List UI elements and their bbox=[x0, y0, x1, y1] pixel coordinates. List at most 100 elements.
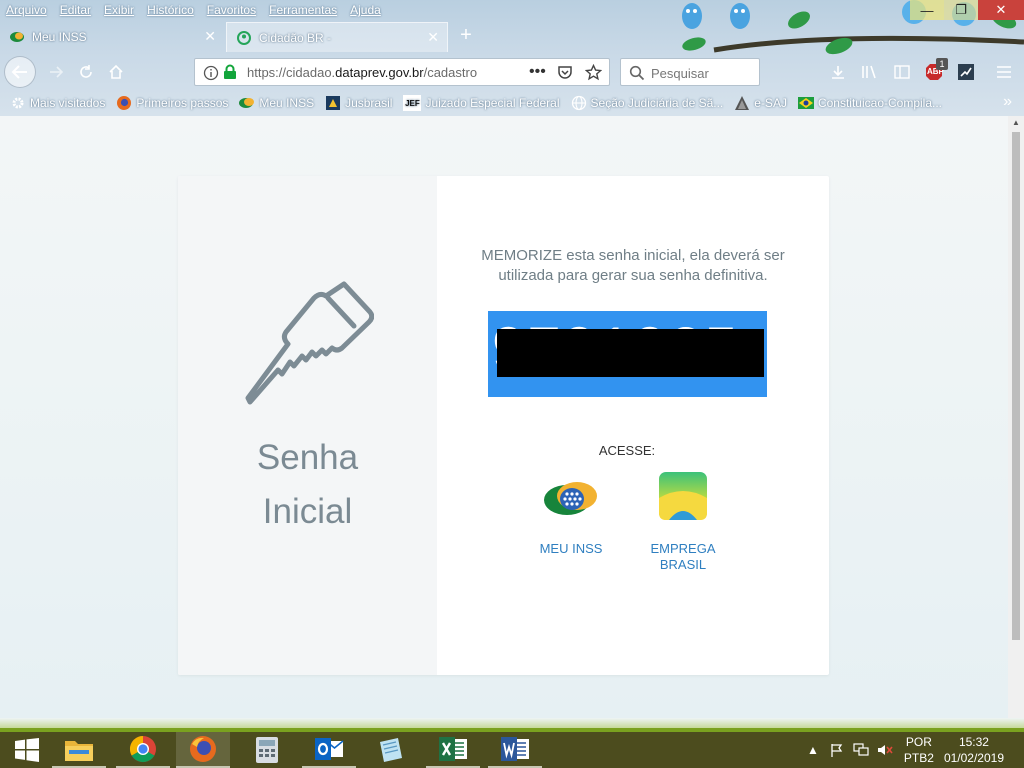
redaction-bar bbox=[497, 329, 764, 377]
browser-chrome: Arquivo Editar Exibir Histórico Favorito… bbox=[0, 0, 1024, 116]
notepad-icon bbox=[380, 738, 402, 762]
bookmark-meu-inss[interactable]: Meu INSS bbox=[239, 95, 314, 111]
tab-title: Cidadão BR - bbox=[259, 30, 332, 45]
taskbar-clock[interactable]: 15:32 01/02/2019 bbox=[944, 734, 1004, 766]
menu-ajuda[interactable]: Ajuda bbox=[350, 3, 381, 17]
downloads-button[interactable] bbox=[828, 62, 848, 82]
taskbar-firefox[interactable] bbox=[176, 732, 230, 768]
taskbar-chrome[interactable] bbox=[116, 732, 170, 768]
taskbar-file-explorer[interactable] bbox=[52, 732, 106, 768]
minimize-button[interactable]: — bbox=[910, 0, 944, 20]
bookmark-juizado-especial-federal[interactable]: JEF Juizado Especial Federal bbox=[403, 95, 560, 111]
key-icon bbox=[245, 281, 374, 405]
adblock-plus-button[interactable]: ABP 1 bbox=[924, 58, 948, 82]
bookmark-esaj[interactable]: e-SAJ bbox=[734, 95, 787, 111]
excel-icon bbox=[439, 737, 467, 761]
vertical-scrollbar[interactable]: ▲ ▼ bbox=[1008, 116, 1024, 728]
window-controls: — ❐ ✕ bbox=[910, 0, 1024, 20]
bookmark-label: Jusbrasil bbox=[345, 96, 393, 110]
taskbar-word[interactable] bbox=[488, 732, 542, 768]
home-button[interactable] bbox=[106, 62, 126, 82]
network-icon[interactable] bbox=[850, 740, 872, 760]
forward-button[interactable] bbox=[46, 62, 66, 82]
scroll-up-arrow-icon[interactable]: ▲ bbox=[1008, 116, 1024, 130]
adblock-count-badge: 1 bbox=[936, 58, 948, 70]
menu-favoritos[interactable]: Favoritos bbox=[207, 3, 256, 17]
url-suffix: /cadastro bbox=[423, 65, 478, 80]
url-bar[interactable]: https://cidadao.dataprev.gov.br/cadastro… bbox=[194, 58, 610, 86]
restore-button[interactable]: ❐ bbox=[944, 0, 978, 20]
tab-title: Meu INSS bbox=[32, 30, 87, 44]
new-tab-plus-icon[interactable]: + bbox=[454, 24, 478, 47]
search-placeholder: Pesquisar bbox=[651, 66, 709, 81]
library-button[interactable] bbox=[860, 62, 880, 82]
bookmark-label: Constituicao-Compila... bbox=[817, 96, 943, 110]
cidadao-favicon-icon bbox=[237, 30, 251, 45]
bookmarks-toolbar: Mais visitados Primeiros passos Meu INSS… bbox=[0, 92, 1024, 114]
bookmark-mais-visitados[interactable]: Mais visitados bbox=[10, 95, 105, 111]
emprega-brasil-link[interactable]: EMPREGA BRASIL bbox=[633, 472, 733, 573]
bookmark-secao-judiciaria[interactable]: Seção Judiciária de Sã... bbox=[571, 95, 723, 111]
taskbar-outlook[interactable] bbox=[302, 732, 356, 768]
clock-time: 15:32 bbox=[958, 735, 989, 749]
globe-icon bbox=[571, 95, 587, 111]
taskbar-notepad[interactable] bbox=[362, 732, 416, 768]
pocket-icon[interactable] bbox=[557, 64, 573, 80]
emprega-brasil-logo-icon bbox=[659, 472, 707, 520]
menu-historico[interactable]: Histórico bbox=[147, 3, 194, 17]
instruction-text: MEMORIZE esta senha inicial, ela deverá … bbox=[481, 247, 785, 284]
meu-inss-label[interactable]: MEU INSS bbox=[521, 541, 621, 557]
info-icon[interactable] bbox=[203, 65, 219, 81]
input-language-indicator[interactable]: POR PTB2 bbox=[904, 734, 934, 766]
taskbar-calculator[interactable] bbox=[240, 732, 294, 768]
page-actions-ellipsis-icon[interactable]: ••• bbox=[529, 63, 546, 81]
action-flag-icon[interactable] bbox=[826, 740, 848, 760]
tab-close-icon[interactable]: ✕ bbox=[204, 28, 216, 45]
sidebar-icon bbox=[894, 65, 910, 79]
sidebar-button[interactable] bbox=[892, 62, 912, 82]
scroll-thumb[interactable] bbox=[1012, 132, 1020, 640]
close-window-button[interactable]: ✕ bbox=[978, 0, 1024, 20]
arrow-left-icon bbox=[11, 65, 27, 79]
inss-icon bbox=[239, 95, 255, 111]
password-display[interactable]: 9791925 bbox=[488, 311, 767, 397]
tab-close-icon[interactable]: ✕ bbox=[427, 29, 439, 46]
calculator-icon bbox=[256, 737, 278, 763]
word-icon bbox=[501, 737, 529, 761]
open-menu-button[interactable] bbox=[994, 62, 1014, 82]
system-tray: ▲ POR PTB2 15:32 01/02/2019 bbox=[802, 732, 1024, 768]
meu-inss-link[interactable]: MEU INSS bbox=[521, 472, 621, 557]
lock-icon[interactable] bbox=[223, 64, 237, 80]
volume-muted-icon[interactable] bbox=[874, 740, 896, 760]
taskbar-excel[interactable] bbox=[426, 732, 480, 768]
clock-date: 01/02/2019 bbox=[943, 751, 1004, 765]
chrome-icon bbox=[129, 735, 156, 763]
jusbrasil-icon bbox=[325, 95, 341, 111]
bookmark-jusbrasil[interactable]: Jusbrasil bbox=[325, 95, 392, 111]
menu-ferramentas[interactable]: Ferramentas bbox=[269, 3, 337, 17]
firefox-icon bbox=[190, 736, 216, 762]
gear-icon bbox=[10, 95, 26, 111]
menu-exibir[interactable]: Exibir bbox=[104, 3, 134, 17]
url-prefix: https://cidadao. bbox=[247, 65, 336, 80]
bookmark-label: Mais visitados bbox=[30, 96, 106, 110]
start-button[interactable] bbox=[0, 732, 54, 768]
bookmark-primeiros-passos[interactable]: Primeiros passos bbox=[116, 95, 228, 111]
download-icon bbox=[832, 66, 844, 79]
search-box[interactable]: Pesquisar bbox=[620, 58, 760, 86]
tab-meu-inss[interactable]: Meu INSS ✕ bbox=[0, 22, 224, 52]
desktop-strip bbox=[0, 718, 1024, 728]
bookmark-star-icon[interactable] bbox=[585, 64, 602, 81]
reload-button[interactable] bbox=[76, 62, 96, 82]
menu-editar[interactable]: Editar bbox=[60, 3, 91, 17]
back-button[interactable] bbox=[4, 56, 36, 88]
menu-arquivo[interactable]: Arquivo bbox=[6, 3, 47, 17]
tab-cidadao-br[interactable]: Cidadão BR - ✕ bbox=[226, 22, 448, 52]
emprega-brasil-label[interactable]: EMPREGA BRASIL bbox=[633, 541, 733, 573]
bookmark-constituicao[interactable]: Constituicao-Compila... bbox=[797, 95, 943, 111]
extension-button[interactable] bbox=[956, 62, 976, 82]
file-explorer-icon bbox=[65, 741, 93, 761]
bookmarks-overflow-chevron-icon[interactable]: » bbox=[1003, 93, 1012, 111]
card-right-panel: MEMORIZE esta senha inicial, ela deverá … bbox=[437, 176, 829, 675]
show-hidden-icons-chevron-icon[interactable]: ▲ bbox=[802, 740, 824, 760]
